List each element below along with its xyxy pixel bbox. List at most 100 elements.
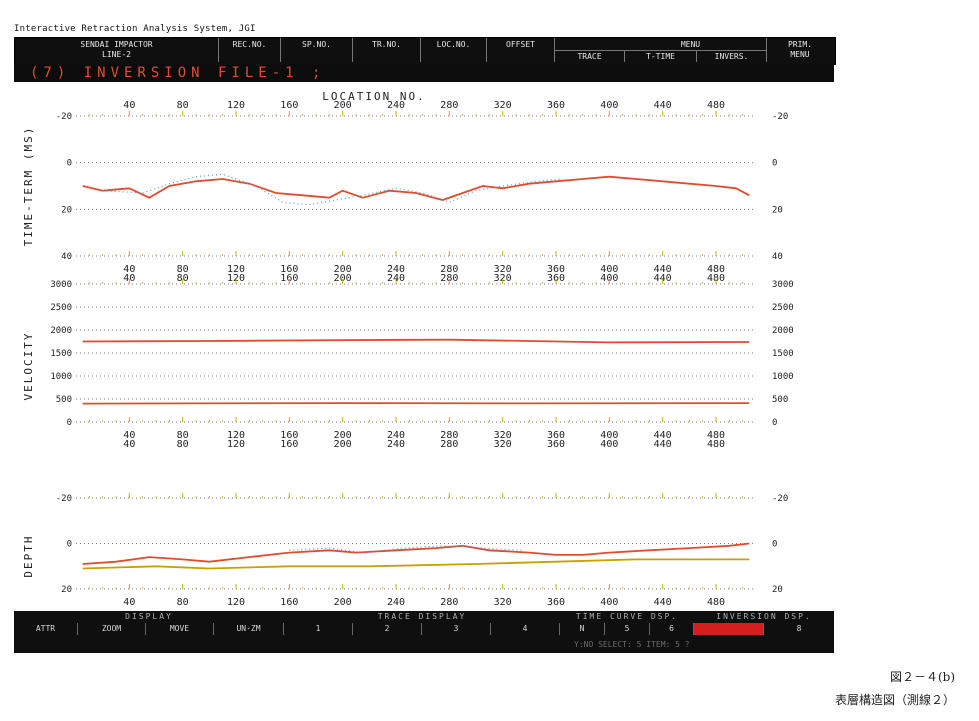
y-tick-left-time-term-2: 20 (61, 205, 72, 215)
tcurve-5-button[interactable]: 5 (605, 623, 650, 635)
y-tick-right-velocity-2: 1000 (772, 372, 794, 382)
y-tick-right-time-term-3: 40 (772, 252, 783, 262)
x-label-top-7: 320 (494, 100, 512, 111)
offset-button[interactable]: OFFSET (487, 38, 555, 62)
menu-invers-button[interactable]: INVERS. (697, 50, 767, 62)
x-label-bottom-8: 360 (547, 597, 565, 608)
y-tick-right-time-term-1: 0 (772, 159, 777, 169)
x-label-top-10: 440 (654, 100, 672, 111)
x-label-top-3: 160 (280, 100, 298, 111)
trace-1-button[interactable]: 1 (284, 623, 353, 635)
menu-title: MENU (680, 40, 701, 49)
window-title: Interactive Retraction Analysis System, … (14, 24, 256, 34)
y-tick-right-velocity-6: 3000 (772, 280, 794, 290)
display-section-title: DISPLAY (125, 612, 173, 621)
zoom-button[interactable]: ZOOM (78, 623, 146, 635)
unzoom-button[interactable]: UN-ZM (214, 623, 284, 635)
figure-subcaption: 表層構造図（測線２） (834, 693, 955, 707)
y-tick-left-velocity-2: 1000 (50, 372, 72, 382)
x-label2-velocity-1: 80 (177, 439, 189, 450)
y-tick-right-depth-0: -20 (772, 494, 788, 504)
x-label2-velocity-6: 280 (440, 439, 458, 450)
trace-2-button[interactable]: 2 (353, 623, 422, 635)
header-bar: SENDAI IMPACTOR LINE-2 REC.NO. SP.NO. TR… (14, 37, 836, 65)
y-tick-right-time-term-0: -20 (772, 112, 788, 122)
sp-no-button[interactable]: SP.NO. (281, 38, 353, 62)
x-label2-velocity-5: 240 (387, 439, 405, 450)
y-tick-right-velocity-0: 0 (772, 418, 777, 428)
y-tick-left-depth-1: 0 (67, 540, 72, 550)
y-tick-right-depth-1: 0 (772, 540, 777, 550)
series-line-depth-1 (82, 558, 750, 570)
inversion-7-button[interactable] (694, 623, 764, 635)
project-line: LINE-2 (102, 50, 131, 59)
x-label2-velocity-11: 480 (707, 439, 725, 450)
menu-trace-button[interactable]: TRACE (555, 50, 625, 62)
y-tick-left-velocity-1: 500 (56, 395, 72, 405)
inversion-plot: LOCATION NO.-20 -200 020 2040 40404040808080… (22, 90, 794, 608)
time-curve-title: TIME CURVE DSP. (575, 612, 679, 621)
x-label-bottom-9: 400 (600, 597, 618, 608)
loc-no-button[interactable]: LOC.NO. (421, 38, 487, 62)
status-line: Y:NO SELECT: 5 ITEM: 5 ? (574, 640, 690, 649)
y-tick-left-time-term-1: 0 (67, 159, 72, 169)
tcurve-n-button[interactable]: N (560, 623, 605, 635)
x-label-top-5: 240 (387, 100, 405, 111)
y-label-time-term: TIME-TERM (MS) (22, 126, 35, 247)
x-label-bottom-0: 40 (123, 597, 135, 608)
inversion-8-button[interactable]: 8 (764, 623, 834, 635)
x-label-top-4: 200 (334, 100, 352, 111)
menu-t-time-button[interactable]: T-TIME (625, 50, 697, 62)
x-label-bottom-10: 440 (654, 597, 672, 608)
project-name: SENDAI IMPACTOR (80, 40, 153, 49)
trace-display-title: TRACE DISPLAY (377, 612, 467, 621)
x-label2-velocity-3: 160 (280, 439, 298, 450)
y-label-velocity: VELOCITY (22, 332, 35, 401)
x-label-bottom-3: 160 (280, 597, 298, 608)
menu-label: MENU (790, 50, 810, 59)
series-line-depth-0 (82, 542, 750, 565)
y-tick-left-depth-2: 20 (61, 585, 72, 595)
x-label2-velocity-4: 200 (334, 439, 352, 450)
y-tick-left-time-term-3: 40 (61, 252, 72, 262)
attr-button[interactable]: ATTR (14, 623, 78, 635)
y-tick-right-velocity-5: 2500 (772, 303, 794, 313)
x-label-top-0: 40 (123, 100, 135, 111)
bottom-menu-bar: DISPLAY ATTR ZOOM MOVE UN-ZM TRACE DISPL… (14, 611, 834, 653)
y-tick-right-time-term-2: 20 (772, 205, 783, 215)
y-label-depth: DEPTH (22, 534, 35, 577)
x-label2-velocity-0: 40 (123, 439, 135, 450)
move-button[interactable]: MOVE (146, 623, 214, 635)
y-tick-left-depth-0: -20 (56, 494, 72, 504)
y-tick-right-velocity-1: 500 (772, 395, 788, 405)
trace-4-button[interactable]: 4 (491, 623, 560, 635)
prim-label: PRIM. (787, 40, 813, 49)
x-label-top-11: 480 (707, 100, 725, 111)
x-label-top-2: 120 (227, 100, 245, 111)
x-label-bottom-4: 200 (334, 597, 352, 608)
y-tick-left-time-term-0: -20 (56, 112, 72, 122)
tcurve-6-button[interactable]: 6 (650, 623, 694, 635)
series-line-time-term-1 (102, 173, 563, 206)
tr-no-button[interactable]: TR.NO. (353, 38, 421, 62)
y-tick-left-velocity-4: 2000 (50, 326, 72, 336)
series-line-velocity-0 (82, 338, 750, 344)
y-tick-right-velocity-3: 1500 (772, 349, 794, 359)
y-tick-left-velocity-0: 0 (67, 418, 72, 428)
prim-menu-button[interactable]: PRIM. MENU (767, 38, 833, 62)
x-label-top-8: 360 (547, 100, 565, 111)
x-label-bottom-6: 280 (440, 597, 458, 608)
trace-3-button[interactable]: 3 (422, 623, 491, 635)
inversion-file-line: (7) INVERSION FILE-1 ; (14, 64, 834, 82)
x-label2-velocity-9: 400 (600, 439, 618, 450)
inversion-file-label: (7) INVERSION FILE-1 ; (30, 65, 326, 81)
x-label2-velocity-10: 440 (654, 439, 672, 450)
series-line-time-term-0 (82, 175, 750, 201)
series-line-velocity-1 (82, 402, 750, 405)
x-label-bottom-2: 120 (227, 597, 245, 608)
rec-no-button[interactable]: REC.NO. (219, 38, 281, 62)
x-label2-velocity-7: 320 (494, 439, 512, 450)
y-tick-right-depth-2: 20 (772, 585, 783, 595)
y-tick-right-velocity-4: 2000 (772, 326, 794, 336)
figure-caption: 図２－４(b) (889, 670, 955, 684)
